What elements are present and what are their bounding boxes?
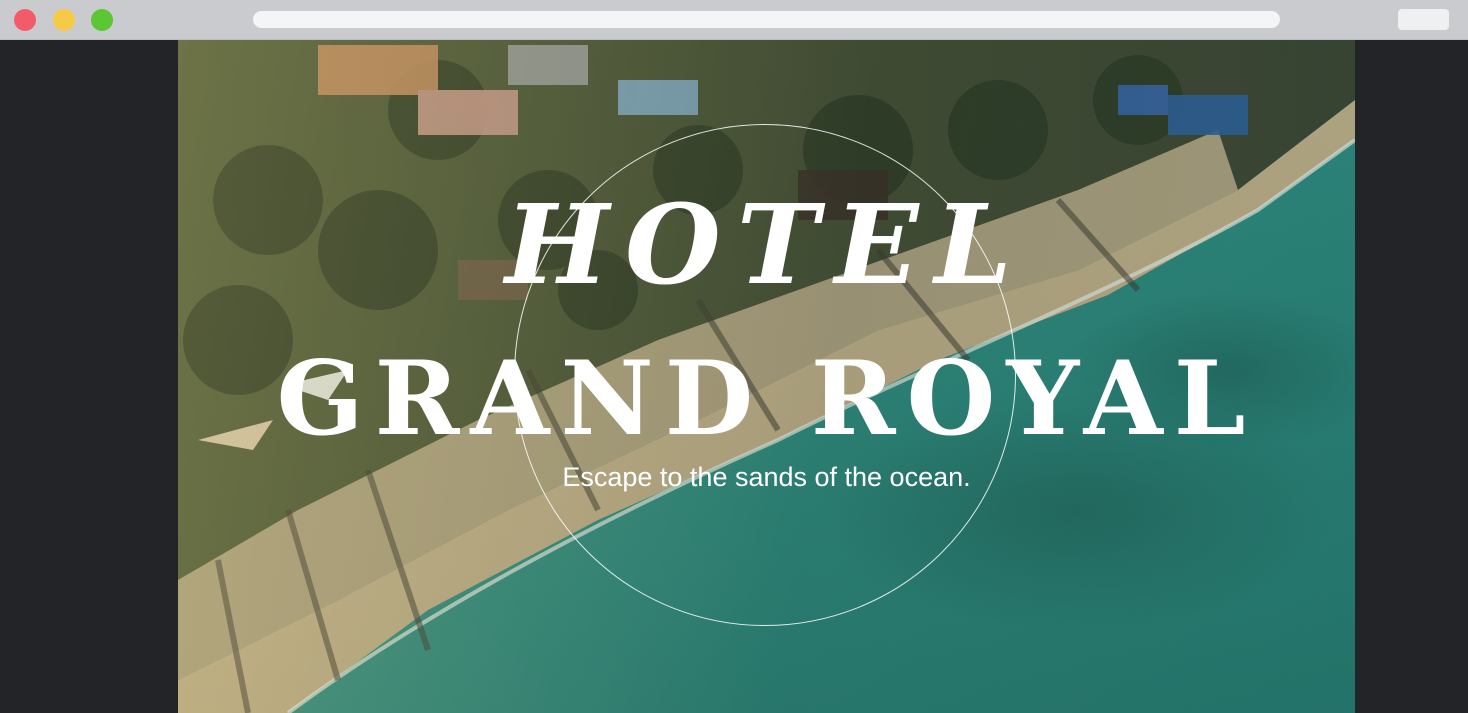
- hero-content: HOTEL GRAND ROYAL Escape to the sands of…: [178, 40, 1355, 713]
- minimize-window-button[interactable]: [53, 9, 75, 31]
- hero-title-grand-royal: GRAND ROYAL: [276, 339, 1257, 459]
- hero-title-hotel: HOTEL: [505, 180, 1028, 309]
- browser-window: HOTEL GRAND ROYAL Escape to the sands of…: [0, 0, 1468, 713]
- hero-section: HOTEL GRAND ROYAL Escape to the sands of…: [178, 40, 1355, 713]
- toolbar-button[interactable]: [1398, 9, 1449, 30]
- address-bar[interactable]: [253, 11, 1280, 28]
- browser-titlebar: [0, 0, 1468, 40]
- hero-tagline: Escape to the sands of the ocean.: [562, 462, 971, 492]
- close-window-button[interactable]: [14, 9, 36, 31]
- maximize-window-button[interactable]: [91, 9, 113, 31]
